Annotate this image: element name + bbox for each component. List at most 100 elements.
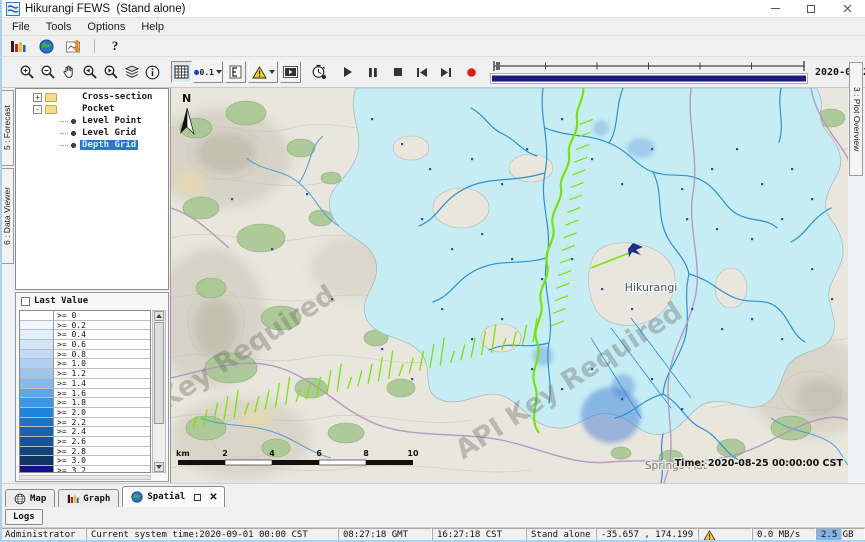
legend-row: >= 2.4 — [20, 427, 150, 437]
legend-label: >= 2.8 — [54, 447, 150, 457]
step-back-button[interactable] — [411, 61, 432, 83]
play-button[interactable] — [337, 61, 358, 83]
legend-swatch — [20, 369, 54, 379]
scroll-down-icon[interactable] — [154, 462, 164, 472]
legend-hscrollbar[interactable] — [19, 475, 151, 480]
scroll-up-icon[interactable] — [154, 311, 164, 321]
scrollbar-thumb[interactable] — [154, 322, 164, 424]
menu-item[interactable]: Options — [79, 19, 133, 35]
tree-item[interactable]: - Pocket — [16, 103, 168, 115]
map-toolbar: 0.1 — [0, 57, 865, 88]
warning-icon — [703, 530, 716, 541]
layer-dot-icon — [71, 143, 76, 148]
legend-swatch — [20, 350, 54, 360]
map-time-label: Time: 2020-08-25 00:00:00 CST — [675, 458, 844, 469]
legend-swatch — [20, 456, 54, 466]
bottom-tab-bar: Map Graph Spatial ✕ — [0, 483, 865, 507]
minimize-button[interactable] — [757, 0, 793, 17]
legend-label: >= 0.8 — [54, 350, 150, 360]
close-button[interactable] — [829, 0, 865, 17]
tree-item-label: Level Point — [80, 116, 144, 126]
map-display-button[interactable] — [34, 37, 58, 55]
legend-swatch — [20, 311, 54, 321]
info-button[interactable] — [142, 61, 163, 83]
workspace: 5 : Forecast 6 : Data Viewer + Cross-sec… — [0, 88, 865, 483]
show-labels-button[interactable] — [225, 61, 246, 83]
legend-scrollbar[interactable] — [152, 310, 166, 473]
tree-item[interactable]: Level Grid — [16, 127, 168, 139]
menu-item[interactable]: Tools — [38, 19, 80, 35]
logs-button[interactable]: Logs — [5, 509, 43, 525]
skip-start-icon — [416, 67, 428, 78]
thresholds-dropdown[interactable] — [248, 61, 278, 83]
svg-text:10: 10 — [407, 449, 419, 458]
legend-row: >= 2.2 — [20, 418, 150, 428]
tree-connector — [60, 121, 68, 122]
window-title: Hikurangi FEWS (Stand alone) — [25, 3, 757, 15]
last-value-checkbox[interactable] — [21, 297, 30, 306]
step-forward-button[interactable] — [435, 61, 456, 83]
svg-text:4: 4 — [269, 449, 275, 458]
zoom-in-icon — [19, 64, 35, 80]
grid-icon — [174, 65, 189, 79]
profile-display-button[interactable] — [62, 37, 86, 55]
menu-item[interactable]: File — [4, 19, 38, 35]
tab-plot-overview[interactable]: 3 : Plot Overview — [849, 62, 863, 176]
graph-display-button[interactable] — [6, 37, 30, 55]
stop-button[interactable] — [387, 61, 408, 83]
play-icon — [342, 66, 354, 78]
tree-expander[interactable]: + — [33, 93, 42, 102]
help-label: ? — [112, 38, 119, 54]
globe-icon — [131, 491, 143, 503]
legend-row: >= 3.0 — [20, 456, 150, 466]
tab-spatial[interactable]: Spatial ✕ — [122, 486, 224, 507]
layer-dot-icon — [71, 131, 76, 136]
legend-swatch — [20, 418, 54, 428]
pan-button[interactable] — [58, 61, 79, 83]
animation-timer-button[interactable] — [308, 61, 329, 83]
tab-data-viewer[interactable]: 6 : Data Viewer — [1, 168, 14, 264]
tab-restore-icon[interactable] — [194, 494, 201, 501]
legend-swatch — [20, 437, 54, 447]
pause-button[interactable] — [362, 61, 383, 83]
contour-threshold-dropdown[interactable]: 0.1 — [193, 61, 223, 83]
tree-item[interactable]: Level Point — [16, 115, 168, 127]
legend-label: >= 0.6 — [54, 340, 150, 350]
zoom-previous-icon — [81, 64, 98, 80]
zoom-in-button[interactable] — [16, 61, 37, 83]
animation-panel-button[interactable] — [280, 61, 301, 83]
show-grid-button[interactable] — [171, 61, 192, 83]
time-slider-thumb[interactable] — [496, 62, 500, 70]
tree-item-label: Cross-section — [80, 92, 154, 102]
tab-map[interactable]: Map — [5, 489, 55, 507]
layers-button[interactable] — [121, 61, 142, 83]
skip-end-icon — [440, 67, 452, 78]
help-button[interactable]: ? — [103, 37, 127, 55]
zoom-next-button[interactable] — [100, 61, 121, 83]
zoom-previous-button[interactable] — [79, 61, 100, 83]
tab-close-icon[interactable]: ✕ — [209, 492, 217, 503]
threshold-value: 0.1 — [200, 68, 214, 77]
tab-graph[interactable]: Graph — [58, 489, 119, 507]
legend-swatch — [20, 379, 54, 389]
zoom-out-button[interactable] — [37, 61, 58, 83]
legend-swatch — [20, 330, 54, 340]
label-icon — [229, 65, 242, 79]
tree-item[interactable]: + Cross-section — [16, 91, 168, 103]
chevron-down-icon — [216, 70, 222, 74]
legend-label: >= 0.2 — [54, 321, 150, 331]
legend-label: >= 1.0 — [54, 359, 150, 369]
menu-item[interactable]: Help — [133, 19, 172, 35]
record-button[interactable] — [461, 61, 482, 83]
map-canvas[interactable]: API Key Required API Key Required N Hiku… — [170, 88, 848, 483]
tree-item[interactable]: Depth Grid — [16, 139, 168, 151]
window-border-left — [0, 0, 2, 542]
timer-clock-icon — [311, 64, 327, 80]
legend-row: >= 0.2 — [20, 321, 150, 331]
tree-expander[interactable]: - — [33, 105, 42, 114]
svg-text:2: 2 — [222, 449, 228, 458]
maximize-button[interactable] — [793, 0, 829, 17]
tab-forecast[interactable]: 5 : Forecast — [1, 90, 14, 166]
time-slider[interactable] — [490, 59, 808, 85]
legend-label: >= 2.2 — [54, 418, 150, 428]
